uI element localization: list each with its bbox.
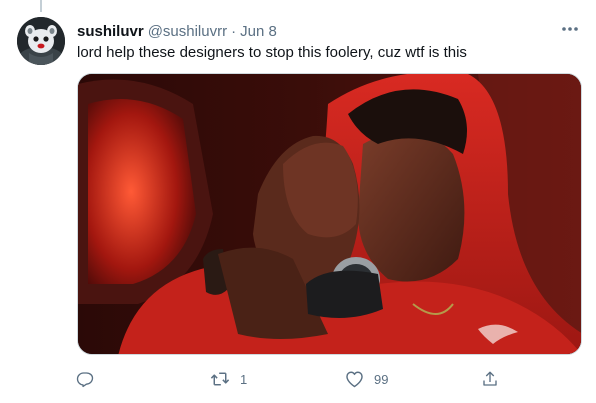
display-name[interactable]: sushiluvr [77,23,144,40]
like-button[interactable]: 99 [345,366,388,392]
avatar[interactable] [17,17,65,65]
like-count: 99 [374,371,389,387]
share-icon [483,371,497,386]
retweet-count: 1 [240,371,248,387]
more-options-button[interactable] [558,19,582,39]
retweet-button[interactable]: 1 [210,366,247,392]
tweet-header: sushiluvr @sushiluvrr · Jun 8 [77,21,582,41]
tweet-actions-bar: 1 99 [70,366,510,392]
share-button[interactable] [481,366,499,392]
avatar-image [17,17,65,65]
heart-icon [346,371,363,388]
photo-image [78,74,581,354]
thread-connector-line [40,0,42,12]
tweet-date[interactable]: Jun 8 [240,23,277,40]
more-options-icon [562,27,578,31]
reply-button[interactable] [76,366,104,392]
reply-icon [76,372,94,388]
tweet-media-photo[interactable] [77,73,582,355]
separator-dot: · [231,22,237,40]
user-handle[interactable]: @sushiluvrr [148,23,227,40]
tweet-text: lord help these designers to stop this f… [77,44,467,61]
retweet-icon [210,372,230,386]
